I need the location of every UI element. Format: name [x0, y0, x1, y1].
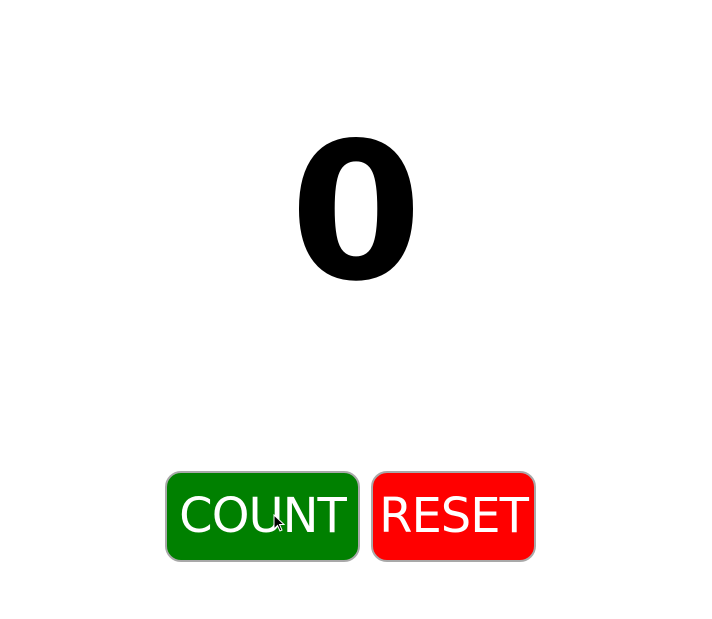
reset-button[interactable]: RESET	[371, 471, 536, 562]
counter-value: 0	[289, 102, 423, 323]
count-button[interactable]: COUNT	[165, 471, 360, 562]
